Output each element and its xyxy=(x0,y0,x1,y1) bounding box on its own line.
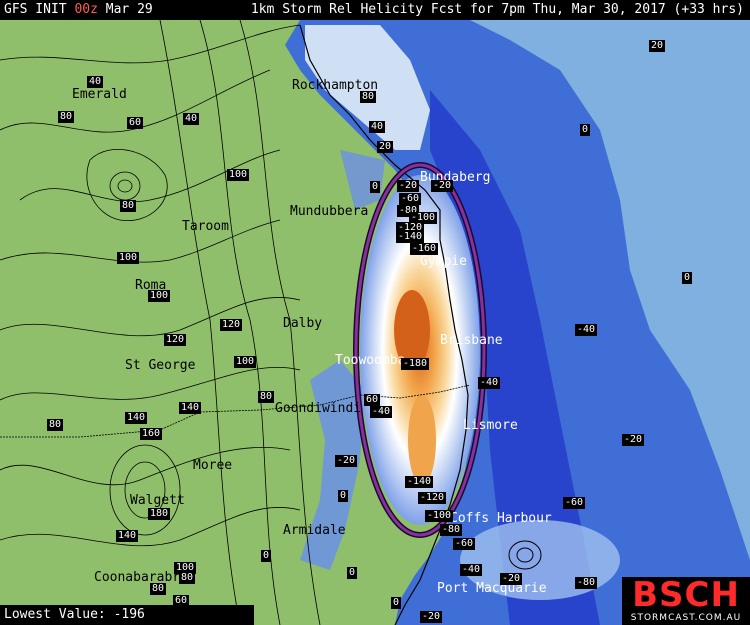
helicity-value-label: -40 xyxy=(478,377,501,389)
contour-label: 0 xyxy=(391,597,402,609)
helicity-value-label: -40 xyxy=(460,564,483,576)
logo-text: BSCH xyxy=(632,575,740,615)
contour-label: 80 xyxy=(47,419,64,431)
contour-label: 0 xyxy=(338,490,349,502)
lowest-value: Lowest Value: -196 xyxy=(0,605,254,625)
helicity-value-label: 0 xyxy=(682,272,693,284)
city-label: Moree xyxy=(193,458,233,473)
contour-label: 180 xyxy=(148,508,171,520)
contour-label: 120 xyxy=(164,334,187,346)
contour-label: 40 xyxy=(183,113,200,125)
helicity-value-label: -20 xyxy=(420,611,443,623)
logo-subtext: STORMCAST.COM.AU xyxy=(630,613,742,623)
contour-label: 0 xyxy=(347,567,358,579)
helicity-value-label: 20 xyxy=(649,40,666,52)
contour-label: 80 xyxy=(58,111,75,123)
city-label: Emerald xyxy=(72,87,127,102)
helicity-value-label: -60 xyxy=(399,193,422,205)
helicity-value-label: -120 xyxy=(418,492,447,504)
city-label: Coffs Harbour xyxy=(450,511,552,526)
city-label: Armidale xyxy=(283,523,346,538)
contour-label: 80 xyxy=(360,91,377,103)
contour-label: 0 xyxy=(261,550,272,562)
header-bar: GFS INIT 00z Mar 29 1km Storm Rel Helici… xyxy=(0,0,750,20)
helicity-value-label: 0 xyxy=(370,181,381,193)
helicity-value-label: -20 xyxy=(500,573,523,585)
helicity-value-label: -100 xyxy=(425,510,454,522)
helicity-value-label: -40 xyxy=(370,406,393,418)
city-label: St George xyxy=(125,358,196,373)
contour-label: 140 xyxy=(116,530,139,542)
helicity-value-label: 60 xyxy=(364,394,381,406)
city-label: Mundubbera xyxy=(290,204,369,219)
contour-label: 80 xyxy=(120,200,137,212)
contour-label: 140 xyxy=(179,402,202,414)
contour-label: 60 xyxy=(127,117,144,129)
helicity-value-label: -160 xyxy=(410,243,439,255)
contour-label: 100 xyxy=(227,169,250,181)
helicity-value-label: -20 xyxy=(431,180,454,192)
contour-label: 140 xyxy=(125,412,148,424)
city-label: Taroom xyxy=(182,219,229,234)
bsch-logo[interactable]: BSCH STORMCAST.COM.AU xyxy=(622,577,750,625)
contour-label: 40 xyxy=(87,76,104,88)
city-label: Port Macquarie xyxy=(437,581,547,596)
helicity-value-label: -20 xyxy=(335,455,358,467)
city-label: Goondiwindi xyxy=(275,401,362,416)
helicity-value-label: -60 xyxy=(453,538,476,550)
city-label: Toowoomba xyxy=(335,353,406,368)
helicity-value-label: -20 xyxy=(397,180,420,192)
contour-label: 80 xyxy=(258,391,275,403)
contour-label: 20 xyxy=(377,141,394,153)
contour-label: 100 xyxy=(148,290,171,302)
contour-label: 100 xyxy=(234,356,257,368)
helicity-value-label: -60 xyxy=(563,497,586,509)
contour-label: 80 xyxy=(150,583,167,595)
contour-label: 120 xyxy=(220,319,243,331)
helicity-value-label: -180 xyxy=(401,358,430,370)
helicity-value-label: -80 xyxy=(440,524,463,536)
city-label: Gympie xyxy=(420,254,467,269)
helicity-value-label: -20 xyxy=(622,434,645,446)
forecast-title: 1km Storm Rel Helicity Fcst for 7pm Thu,… xyxy=(250,2,744,17)
city-label: Walgett xyxy=(130,493,185,508)
helicity-value-label: 0 xyxy=(580,124,591,136)
helicity-value-label: -140 xyxy=(396,231,425,243)
contour-label: 160 xyxy=(140,428,163,440)
map-stage: Rockhampton Emerald Bundaberg Mundubbera Tar… xyxy=(0,0,750,625)
contour-label: 80 xyxy=(179,572,196,584)
city-label: Lismore xyxy=(463,418,518,433)
helicity-value-label: -140 xyxy=(405,476,434,488)
helicity-value-label: -40 xyxy=(575,324,598,336)
contour-label: 100 xyxy=(117,252,140,264)
city-label: Dalby xyxy=(283,316,323,331)
helicity-value-label: -80 xyxy=(575,577,598,589)
city-label: Brisbane xyxy=(440,333,503,348)
init-label: GFS INIT 00z Mar 29 xyxy=(4,2,153,17)
contour-label: 40 xyxy=(369,121,386,133)
